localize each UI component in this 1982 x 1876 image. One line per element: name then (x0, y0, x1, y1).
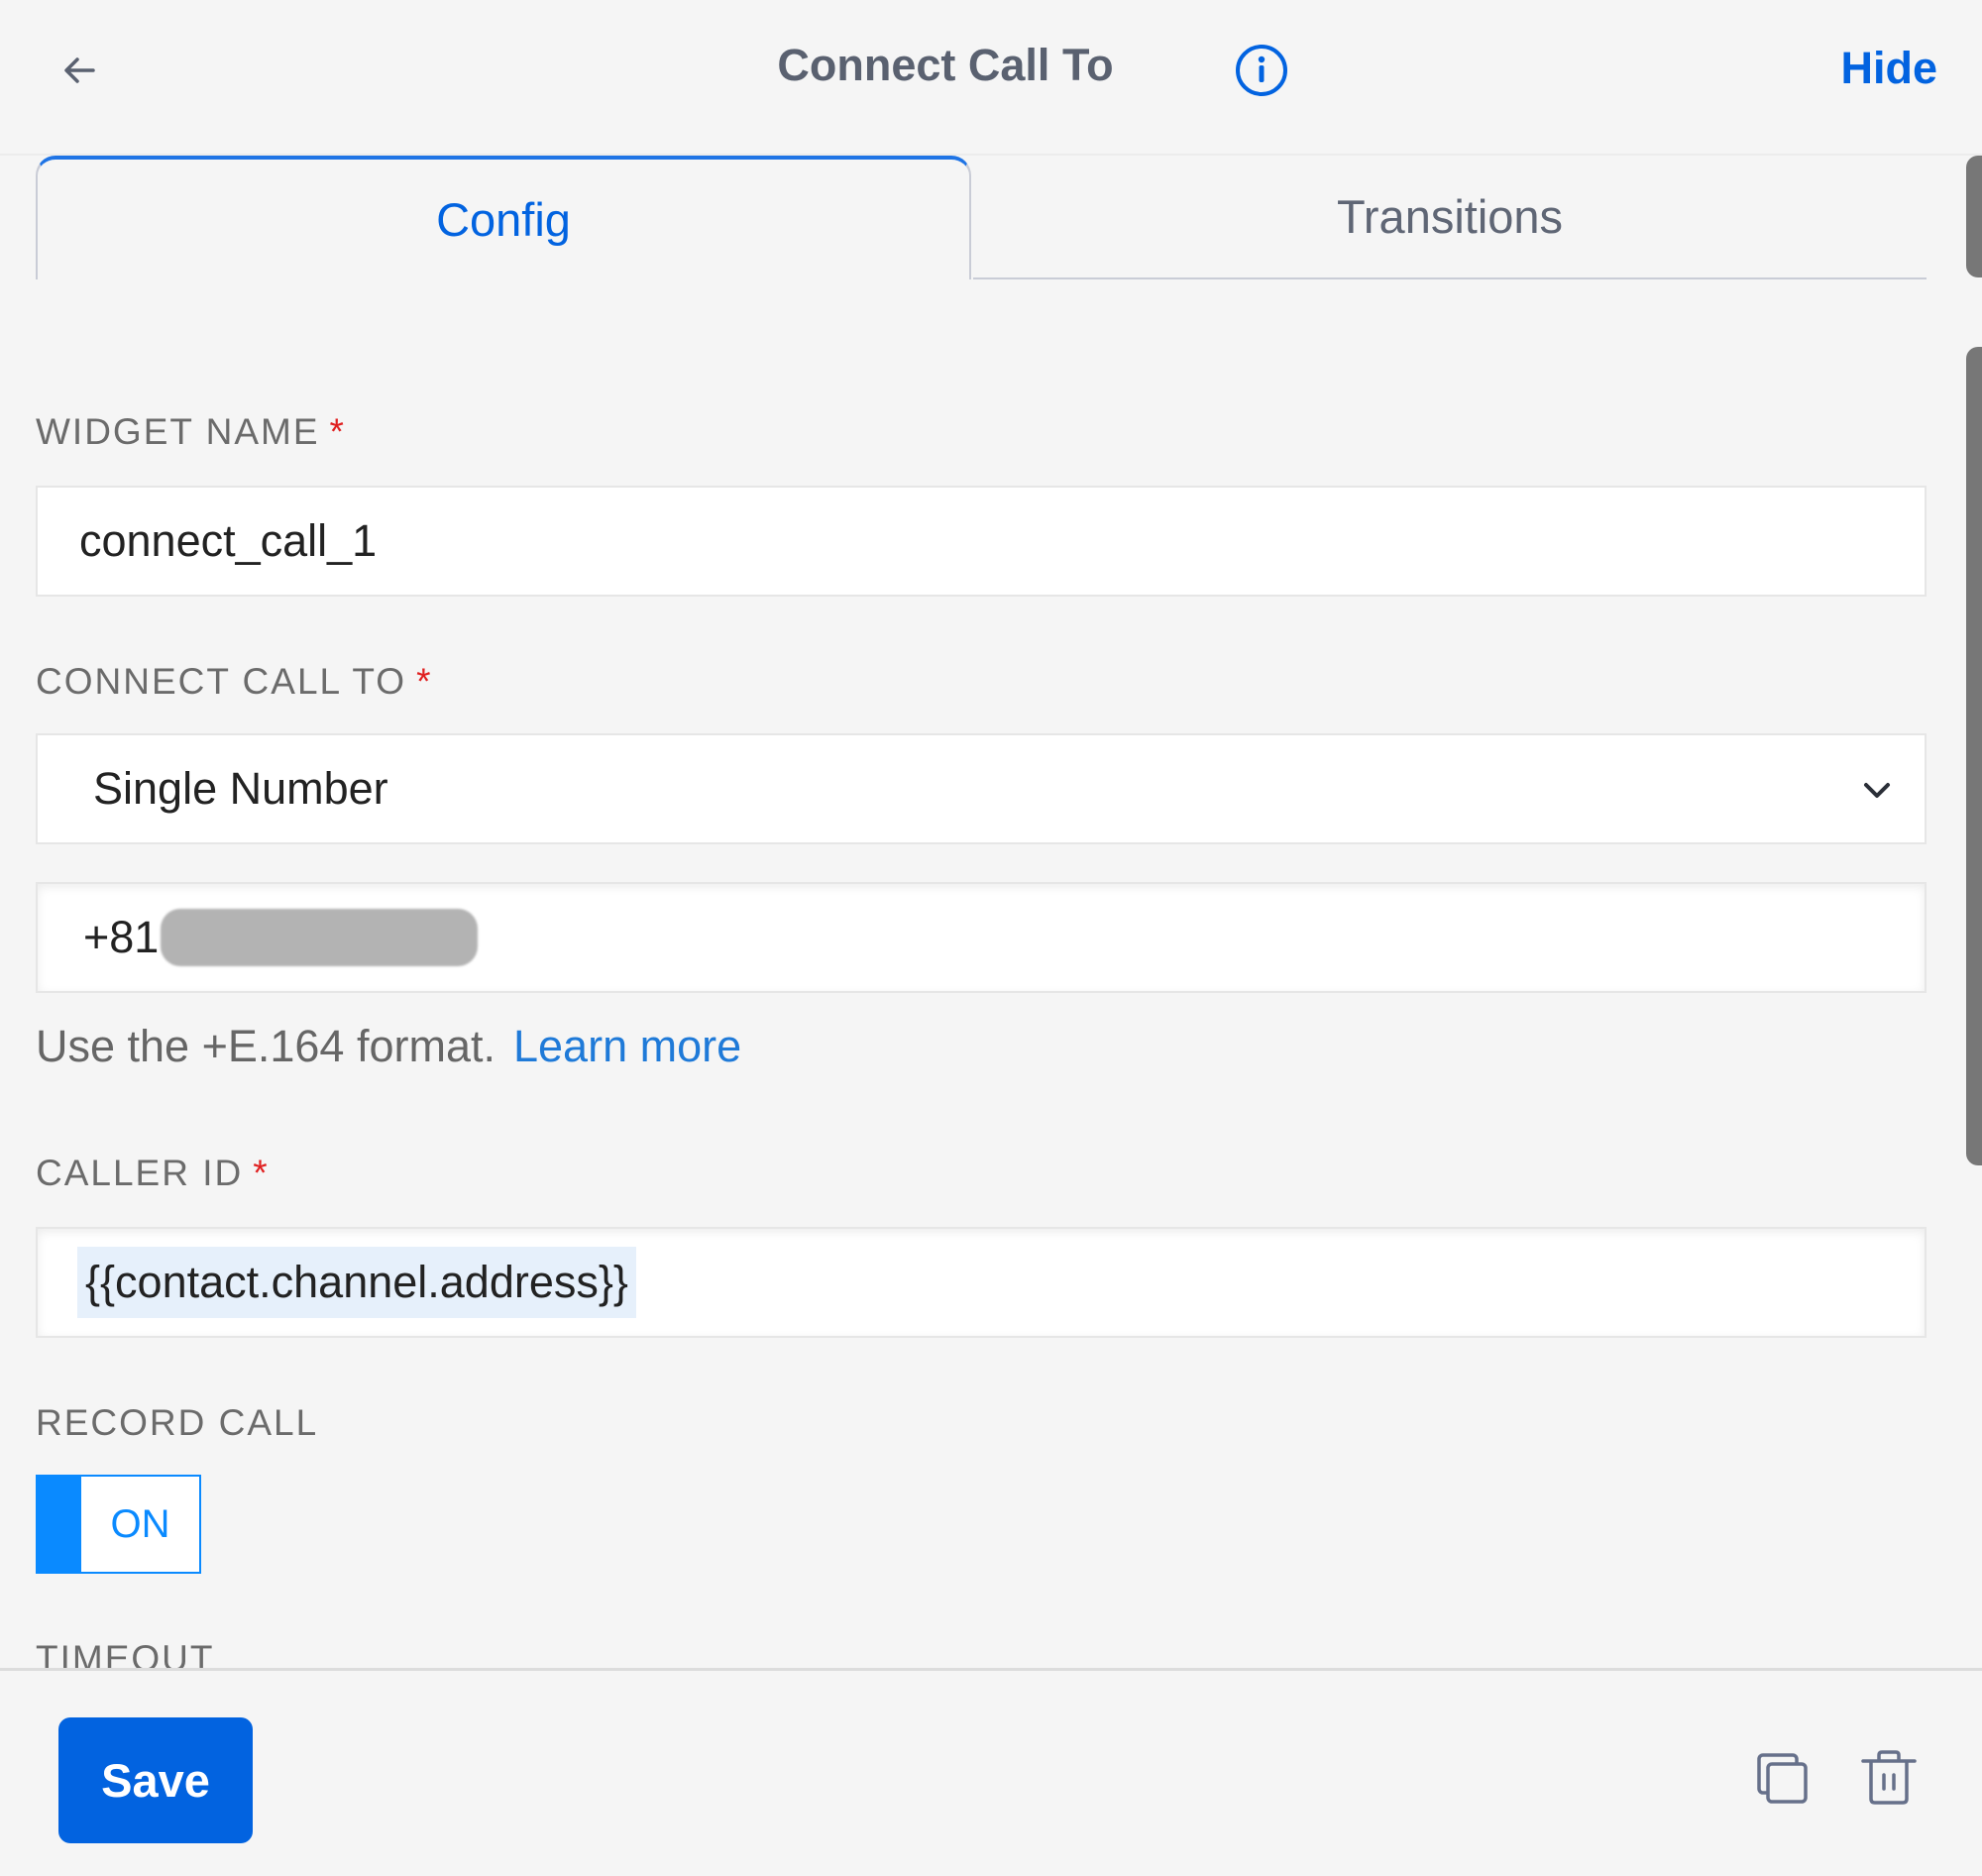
toggle-knob (38, 1477, 81, 1572)
toggle-state-label: ON (110, 1501, 170, 1546)
tab-bar: Config Transitions (36, 156, 1927, 279)
panel-footer (0, 1671, 1982, 1876)
connect-call-to-selected: Single Number (93, 763, 388, 814)
hide-link[interactable]: Hide (1840, 43, 1937, 94)
required-mark: * (253, 1153, 270, 1193)
info-circle-icon (1236, 45, 1287, 96)
delete-button[interactable] (1859, 1749, 1919, 1809)
duplicate-button[interactable] (1754, 1749, 1814, 1809)
record-call-label: RECORD CALL (36, 1402, 319, 1443)
phone-format-help: Use the +E.164 format. Learn more (36, 1021, 741, 1072)
save-button[interactable]: Save (58, 1717, 253, 1843)
widget-name-input[interactable]: connect_call_1 (36, 486, 1927, 597)
phone-number-input[interactable]: +81 (36, 882, 1927, 993)
connect-call-to-label-text: CONNECT CALL TO (36, 661, 407, 702)
copy-icon (1757, 1753, 1808, 1804)
chevron-down-icon (1864, 783, 1890, 798)
widget-name-label: WIDGET NAME * (36, 411, 346, 453)
tab-transitions[interactable]: Transitions (973, 156, 1927, 279)
widget-name-value: connect_call_1 (79, 515, 378, 566)
caller-id-value: {{contact.channel.address}} (77, 1247, 636, 1318)
connect-call-to-select[interactable]: Single Number (36, 733, 1927, 844)
learn-more-link[interactable]: Learn more (513, 1021, 741, 1071)
caller-id-label-text: CALLER ID (36, 1153, 244, 1193)
tabs-scrollbar-thumb[interactable] (1966, 156, 1982, 277)
widget-name-label-text: WIDGET NAME (36, 411, 320, 452)
required-mark: * (329, 411, 346, 452)
phone-number-prefix: +81 (83, 912, 160, 962)
record-call-toggle[interactable]: ON (36, 1475, 201, 1574)
caller-id-input[interactable]: {{contact.channel.address}} (36, 1227, 1927, 1338)
trash-icon (1861, 1750, 1917, 1805)
caller-id-label: CALLER ID * (36, 1153, 270, 1194)
panel-title: Connect Call To (777, 40, 1114, 90)
form-scrollbar-thumb[interactable] (1966, 347, 1982, 1165)
redacted-phone-digits (161, 909, 479, 966)
tab-config[interactable]: Config (36, 156, 971, 279)
info-button[interactable] (1234, 43, 1289, 98)
connect-call-to-label: CONNECT CALL TO * (36, 661, 432, 703)
timeout-label: TIMEOUT (36, 1638, 215, 1668)
required-mark: * (416, 661, 433, 702)
help-text: Use the +E.164 format. (36, 1021, 496, 1071)
